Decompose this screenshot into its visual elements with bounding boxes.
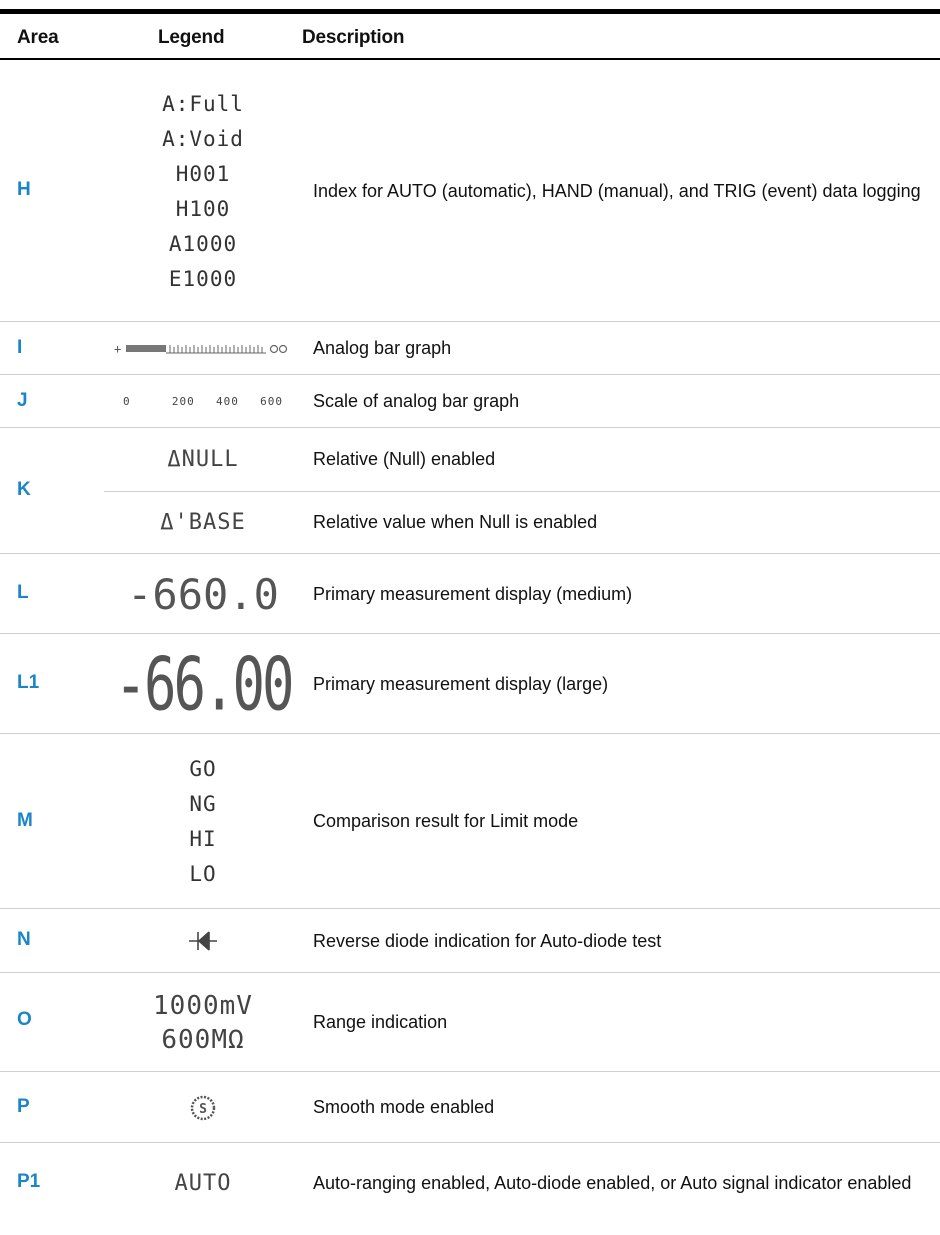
area-label: L1	[17, 672, 40, 693]
table-row-j: J 0 200 400 600 Scale of analog bar grap…	[0, 375, 940, 428]
row-description: Comparison result for Limit mode	[313, 811, 579, 831]
svg-text:+: +	[114, 342, 121, 356]
header-description: Description	[302, 27, 405, 48]
analog-bar-graph-icon: +	[104, 322, 302, 375]
row-description: Scale of analog bar graph	[313, 391, 520, 411]
area-label: M	[17, 810, 33, 831]
legend-text: GO	[189, 757, 217, 781]
legend-text: A:Full	[162, 92, 244, 116]
area-label: H	[17, 179, 31, 200]
legend-text: Δ'BASE	[160, 510, 246, 535]
area-label: P1	[17, 1171, 41, 1192]
legend-limit-results: GO NG HI LO	[104, 742, 302, 902]
table-row-i: I + Analog bar graph	[0, 322, 940, 375]
legend-text: H001	[175, 162, 231, 186]
legend-text: AUTO	[174, 1170, 232, 1196]
legend-text: -66.00	[114, 641, 294, 727]
legend-text: E1000	[168, 267, 238, 291]
row-description: Index for AUTO (automatic), HAND (manual…	[313, 180, 921, 201]
legend-base: Δ'BASE	[104, 491, 302, 554]
legend-text: H100	[175, 197, 231, 221]
legend-logging-index: A:Full A:Void H001 H100 A1000 E1000	[104, 72, 302, 312]
legend-text: LO	[189, 862, 217, 886]
legend-large-display: -66.00	[104, 634, 302, 734]
legend-range: 1000mV 600MΩ	[104, 973, 302, 1072]
header-area: Area	[17, 27, 59, 48]
legend-text: 600MΩ	[161, 1024, 245, 1055]
table-header: Area Legend Description	[0, 14, 940, 60]
reverse-diode-icon	[104, 909, 302, 973]
scale-label: 600	[260, 395, 283, 408]
area-label: N	[17, 929, 31, 950]
row-description: Auto-ranging enabled, Auto-diode enabled…	[313, 1172, 912, 1193]
table-row-n: N Reverse diode indication for Auto-diod…	[0, 909, 940, 973]
row-description: Reverse diode indication for Auto-diode …	[313, 930, 662, 951]
header-legend: Legend	[158, 27, 225, 48]
legend-text: ΔNULL	[167, 447, 239, 472]
table-row-o: O 1000mV 600MΩ Range indication	[0, 973, 940, 1072]
table-row-l: L -660.0 Primary measurement display (me…	[0, 554, 940, 634]
area-label: O	[17, 1009, 32, 1030]
row-description: Smooth mode enabled	[313, 1097, 495, 1117]
row-description: Relative (Null) enabled	[313, 449, 496, 469]
legend-text: A1000	[168, 232, 238, 256]
table-row-k: K ΔNULL Relative (Null) enabled Δ'BASE R…	[0, 428, 940, 554]
table-row-m: M GO NG HI LO Comparison result for Limi…	[0, 734, 940, 909]
legend-text: HI	[189, 827, 217, 851]
table-row-p: P S Smooth mode enabled	[0, 1072, 940, 1143]
legend-auto: AUTO	[104, 1143, 302, 1223]
table-row-l1: L1 -66.00 Primary measurement display (l…	[0, 634, 940, 734]
smooth-mode-icon: S	[104, 1072, 302, 1143]
area-label: I	[17, 337, 23, 358]
legend-text: NG	[189, 792, 217, 816]
table-row-p1: P1 AUTO Auto-ranging enabled, Auto-diode…	[0, 1143, 940, 1223]
scale-label: 200	[171, 395, 195, 408]
area-label: J	[17, 390, 28, 411]
legend-text: 1000mV	[153, 990, 253, 1021]
area-label: P	[17, 1096, 30, 1117]
scale-label: 400	[216, 395, 239, 408]
row-description: Analog bar graph	[313, 338, 452, 358]
scale-label: 0	[123, 395, 131, 408]
row-description: Range indication	[313, 1012, 448, 1032]
row-description: Primary measurement display (medium)	[313, 583, 633, 604]
table-row-h: H A:Full A:Void H001 H100 A1000 E1000 In…	[0, 60, 940, 322]
legend-text: -660.0	[127, 569, 279, 619]
bar-graph-scale: 0 200 400 600	[104, 375, 302, 428]
svg-text:S: S	[199, 1102, 207, 1117]
legend-medium-display: -660.0	[104, 554, 302, 634]
legend-text: A:Void	[162, 127, 244, 151]
legend-null: ΔNULL	[104, 428, 302, 491]
area-label: K	[17, 479, 31, 500]
row-description: Primary measurement display (large)	[313, 673, 609, 694]
row-description: Relative value when Null is enabled	[313, 512, 598, 532]
area-label: L	[17, 582, 29, 603]
